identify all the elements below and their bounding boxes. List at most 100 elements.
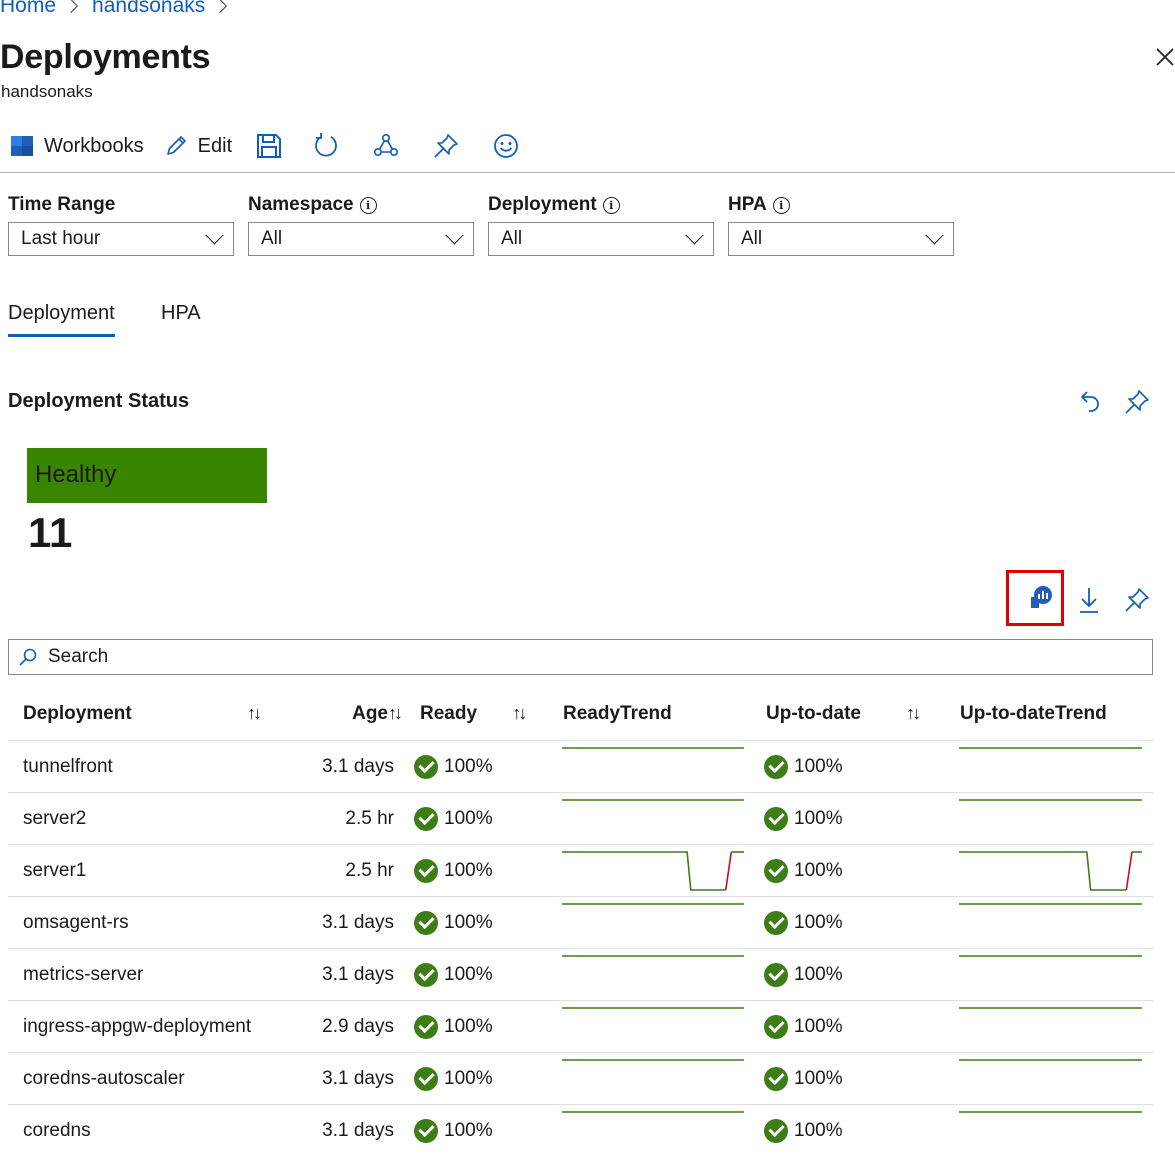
ready-value: 100% xyxy=(444,963,493,985)
refresh-button[interactable] xyxy=(296,126,356,166)
cell-ready: 100% xyxy=(402,948,544,1001)
share-button[interactable] xyxy=(356,126,416,166)
uptodate-value: 100% xyxy=(794,1015,843,1037)
trend-sparkline xyxy=(959,955,1142,957)
ready-value: 100% xyxy=(444,807,493,829)
dropdown-value: All xyxy=(261,228,283,249)
search-icon xyxy=(19,648,37,666)
uptodate-value: 100% xyxy=(794,755,843,777)
header-age[interactable]: Age↑↓ xyxy=(256,688,403,741)
info-icon[interactable]: i xyxy=(772,196,790,214)
trend-sparkline xyxy=(959,1059,1142,1061)
table-row[interactable]: omsagent-rs 3.1 days 100% 100% xyxy=(8,896,1153,949)
time-range-dropdown[interactable]: Last hour xyxy=(8,222,234,256)
edit-button[interactable]: Edit xyxy=(154,126,242,166)
header-label: Up-to-date xyxy=(766,703,861,724)
tile-label: Healthy xyxy=(35,461,117,488)
close-button[interactable] xyxy=(1154,46,1175,68)
check-circle-icon xyxy=(414,1014,438,1039)
breadcrumb-home-link[interactable]: Home xyxy=(0,0,56,18)
tab-hpa[interactable]: HPA xyxy=(161,302,201,325)
table-row[interactable]: ingress-appgw-deployment 2.9 days 100% 100% xyxy=(8,1000,1153,1053)
header-label: Age xyxy=(352,703,388,724)
sort-icon[interactable]: ↑↓ xyxy=(247,703,262,724)
cell-age: 2.5 hr xyxy=(256,844,402,897)
healthy-tile[interactable]: Healthy xyxy=(27,448,267,503)
pin-section-button[interactable] xyxy=(1119,384,1155,420)
sort-icon[interactable]: ↑↓ xyxy=(512,703,527,724)
cell-ready-trend xyxy=(544,1052,747,1105)
breadcrumb-resource-link[interactable]: handsonaks xyxy=(92,0,205,18)
header-uptodate-trend[interactable]: Up-to-dateTrend xyxy=(942,688,1153,741)
check-circle-icon xyxy=(764,962,788,987)
save-button[interactable] xyxy=(242,126,296,166)
cell-deployment: coredns-autoscaler xyxy=(8,1052,256,1105)
cell-uptodate: 100% xyxy=(747,896,942,949)
filter-label: HPA xyxy=(728,194,767,215)
cell-age: 2.9 days xyxy=(256,1000,402,1053)
table-row[interactable]: tunnelfront 3.1 days 100% 100% xyxy=(8,740,1153,793)
table-row[interactable]: coredns 3.1 days 100% 100% xyxy=(8,1104,1153,1156)
chevron-right-icon xyxy=(63,0,79,14)
table-row[interactable]: coredns-autoscaler 3.1 days 100% 100% xyxy=(8,1052,1153,1105)
check-circle-icon xyxy=(414,962,438,987)
undo-button[interactable] xyxy=(1072,384,1108,420)
table-row[interactable]: server1 2.5 hr 100% 100% xyxy=(8,844,1153,897)
cell-age: 3.1 days xyxy=(256,1052,402,1105)
cell-uptodate-trend xyxy=(942,844,1153,897)
cell-deployment: coredns xyxy=(8,1104,256,1156)
dropdown-value: All xyxy=(741,228,763,249)
feedback-button[interactable] xyxy=(476,126,536,166)
cell-uptodate: 100% xyxy=(747,1000,942,1053)
pin-button[interactable] xyxy=(416,126,476,166)
sort-icon[interactable]: ↑↓ xyxy=(388,703,403,724)
workbooks-label: Workbooks xyxy=(44,134,144,157)
cell-age: 3.1 days xyxy=(256,740,402,793)
trend-sparkline xyxy=(959,799,1142,801)
feedback-icon xyxy=(494,134,519,158)
trend-sparkline xyxy=(959,903,1142,905)
filter-deployment: Deployment i All xyxy=(488,190,714,256)
info-icon[interactable]: i xyxy=(602,196,620,214)
header-deployment[interactable]: Deployment ↑↓ xyxy=(8,688,262,741)
header-uptodate[interactable]: Up-to-date ↑↓ xyxy=(747,688,942,741)
download-button[interactable] xyxy=(1071,582,1107,618)
sort-icon[interactable]: ↑↓ xyxy=(906,703,921,724)
namespace-dropdown[interactable]: All xyxy=(248,222,474,256)
cell-uptodate: 100% xyxy=(747,1104,942,1156)
trend-sparkline xyxy=(959,1007,1142,1009)
edit-label: Edit xyxy=(197,134,233,157)
close-icon xyxy=(1156,48,1174,66)
table-row[interactable]: server2 2.5 hr 100% 100% xyxy=(8,792,1153,845)
table-row[interactable]: metrics-server 3.1 days 100% 100% xyxy=(8,948,1153,1001)
cell-uptodate: 100% xyxy=(747,1052,942,1105)
trend-line xyxy=(959,851,1127,891)
deployment-dropdown[interactable]: All xyxy=(488,222,714,256)
pin-grid-button[interactable] xyxy=(1119,582,1155,618)
filter-label: Deployment xyxy=(488,194,597,215)
check-circle-icon xyxy=(764,754,788,779)
cell-uptodate-trend xyxy=(942,740,1153,793)
tab-deployment[interactable]: Deployment xyxy=(8,302,115,337)
workbooks-button[interactable]: Workbooks xyxy=(0,126,154,166)
check-circle-icon xyxy=(764,1066,788,1091)
search-input[interactable] xyxy=(46,645,1152,669)
header-ready-trend[interactable]: ReadyTrend xyxy=(544,688,747,741)
filter-hpa: HPA i All xyxy=(728,190,954,256)
info-icon[interactable]: i xyxy=(359,196,377,214)
uptodate-value: 100% xyxy=(794,1119,843,1141)
refresh-icon xyxy=(315,133,338,157)
share-icon xyxy=(374,133,399,157)
trend-line xyxy=(724,851,733,891)
hpa-dropdown[interactable]: All xyxy=(728,222,954,256)
edit-icon xyxy=(166,136,186,155)
trend-line xyxy=(1125,851,1133,891)
ready-value: 100% xyxy=(444,1067,493,1089)
check-circle-icon xyxy=(414,806,438,831)
header-ready[interactable]: Ready ↑↓ xyxy=(402,688,544,741)
ready-value: 100% xyxy=(444,1119,493,1141)
check-circle-icon xyxy=(764,910,788,935)
cell-deployment: ingress-appgw-deployment xyxy=(8,1000,256,1053)
open-in-logs-button[interactable] xyxy=(1022,580,1058,616)
trend-sparkline xyxy=(562,1059,744,1061)
